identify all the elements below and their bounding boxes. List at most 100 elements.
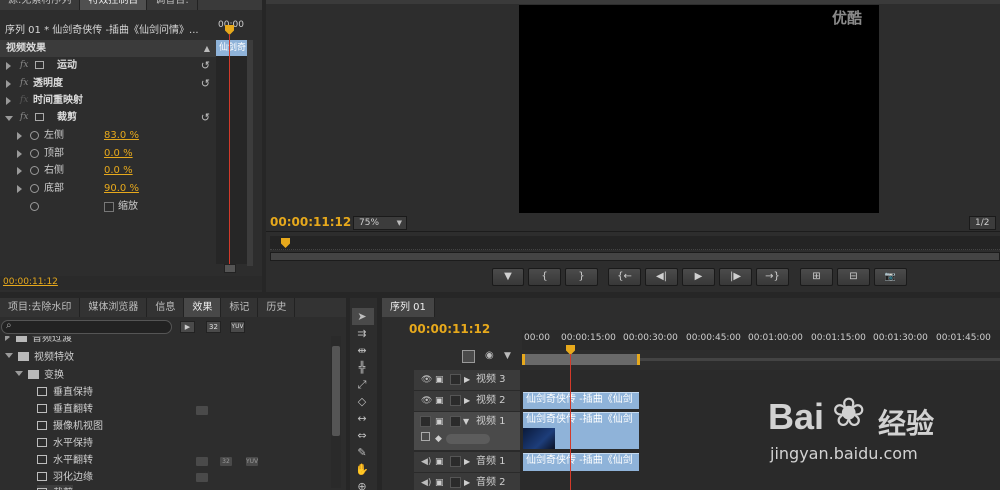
ec-scrollbar[interactable] [247,40,253,266]
add-marker-button[interactable]: ▼ [492,268,524,286]
stopwatch-icon[interactable] [30,131,39,140]
tree-folder-transform[interactable]: 变换 [15,367,64,384]
ec-mini-clip[interactable]: 仙剑奇 [216,40,247,56]
film-icon[interactable]: ▣ [435,391,444,411]
extract-button[interactable]: ⊟ [837,268,870,286]
collapse-track-icon[interactable]: ▼ [463,412,469,432]
effects-search-input[interactable]: ⌕ [1,320,172,334]
tab-markers[interactable]: 标记 [221,298,259,317]
program-timecode[interactable]: 00:00:11:12 [270,215,351,229]
pen-tool-icon[interactable]: ✎ [352,444,372,461]
tab-effects[interactable]: 效果 [184,298,222,317]
fx-icon[interactable]: fx [20,75,28,92]
crop-left-value[interactable]: 83.0 % [104,127,139,144]
snap-icon[interactable] [462,350,475,363]
expand-track-icon[interactable]: ▶ [464,473,470,490]
stopwatch-icon[interactable] [30,149,39,158]
tab-history[interactable]: 历史 [258,298,296,317]
expand-arrow-icon[interactable] [6,97,11,105]
reset-icon[interactable]: ↺ [201,109,210,126]
collapse-arrow-icon[interactable]: ▲ [204,40,210,57]
mark-out-button[interactable]: } [565,268,598,286]
tree-effect-vertical-hold[interactable]: 垂直保持 [37,384,93,401]
tab-media-browser[interactable]: 媒体浏览器 [80,298,148,317]
expand-arrow-icon[interactable] [17,185,22,193]
expand-arrow-icon[interactable] [17,132,22,140]
timeline-timecode[interactable]: 00:00:11:12 [409,322,490,336]
speaker-icon[interactable]: ◀) [421,473,431,490]
expand-arrow-icon[interactable] [6,80,11,88]
reset-icon[interactable]: ↺ [201,75,210,92]
eye-icon[interactable]: 👁 [421,370,432,390]
expand-track-icon[interactable]: ▶ [464,452,470,472]
expand-arrow-icon[interactable] [17,150,22,158]
crop-top-value[interactable]: 0.0 % [104,145,133,162]
expand-track-icon[interactable]: ▶ [464,391,470,411]
resolution-dropdown[interactable]: 1/2 [969,216,996,230]
collapse-arrow-icon[interactable] [5,116,13,121]
step-forward-button[interactable]: |▶ [719,268,752,286]
eye-icon[interactable]: 👁 [421,391,432,411]
tree-effect-horizontal-flip[interactable]: 水平翻转 [37,452,93,469]
slide-tool-icon[interactable]: ⇔ [352,427,372,444]
effects-scrollbar[interactable] [331,336,341,488]
tree-folder-audio-transitions[interactable]: 音频过渡 [5,336,72,347]
ripple-edit-tool-icon[interactable]: ⇹ [352,342,372,359]
lock-toggle[interactable] [450,456,461,467]
stopwatch-icon[interactable] [30,202,39,211]
reset-icon[interactable]: ↺ [201,57,210,74]
tree-effect-horizontal-hold[interactable]: 水平保持 [37,435,93,452]
stopwatch-icon[interactable] [30,184,39,193]
keyframe-icon[interactable]: ◆ [435,429,442,449]
lock-toggle[interactable] [450,374,461,385]
lock-toggle[interactable] [450,416,461,427]
crop-bottom-value[interactable]: 90.0 % [104,180,139,197]
speaker-icon[interactable]: ◀) [421,452,431,472]
film-icon[interactable]: ▣ [435,473,444,490]
set-marker-icon[interactable]: ◉ [485,350,494,361]
zoom-dropdown[interactable]: 75% ▼ [353,216,407,230]
track-select-tool-icon[interactable]: ⇉ [352,325,372,342]
lift-button[interactable]: ⊞ [800,268,833,286]
effect-time-remap[interactable]: fx 时间重映射 [0,92,216,109]
go-to-in-button[interactable]: {← [608,268,641,286]
display-style-icon[interactable] [421,432,430,441]
zoom-checkbox[interactable] [104,202,114,212]
tab-sequence-01[interactable]: 序列 01 [382,298,435,317]
hand-tool-icon[interactable]: ✋ [352,461,372,478]
tab-project[interactable]: 项目:去除水印 [0,298,81,317]
expand-arrow-icon[interactable] [17,167,22,175]
effect-crop[interactable]: fx 裁剪 ↺ [0,109,216,126]
tree-effect-feather-edges[interactable]: 羽化边缘 [37,469,93,486]
effect-opacity[interactable]: fx 透明度 ↺ [0,75,216,92]
tree-effect-camera-view[interactable]: 摄像机视图 [37,418,103,435]
rolling-edit-tool-icon[interactable]: ╬ [352,359,372,376]
lock-toggle[interactable] [450,477,461,488]
slip-tool-icon[interactable]: ↔ [352,410,372,427]
program-ruler[interactable] [270,236,1000,250]
marker-icon[interactable]: ▼ [504,351,511,361]
selection-tool-icon[interactable]: ➤ [352,308,372,325]
fx-icon[interactable]: fx [20,57,28,74]
clip-audio-1[interactable]: 仙剑奇侠传 -插曲《仙剑 [523,453,639,471]
export-frame-button[interactable]: 📷 [874,268,907,286]
tab-effect-controls[interactable]: 特效控制台 [80,0,148,10]
clip-video-2[interactable]: 仙剑奇侠传 -插曲《仙剑 [523,392,639,409]
effect-motion[interactable]: fx 运动 ↺ [0,57,216,74]
accelerated-effects-icon[interactable]: ▶ [180,321,195,333]
ec-zoom-handle[interactable] [224,264,236,273]
tree-effect-vertical-flip[interactable]: 垂直翻转 [37,401,93,418]
fx-icon[interactable]: fx [20,109,28,126]
tree-folder-video-effects[interactable]: 视频特效 [5,349,74,366]
expand-arrow-icon[interactable] [6,62,11,70]
go-to-out-button[interactable]: →} [756,268,789,286]
expand-track-icon[interactable]: ▶ [464,370,470,390]
32bit-filter-icon[interactable]: 32 [206,321,221,333]
play-button[interactable]: ▶ [682,268,715,286]
clip-video-1[interactable]: 仙剑奇侠传 -插曲《仙剑 [523,412,639,449]
tab-info[interactable]: 信息 [147,298,185,317]
program-zoom-scroll[interactable] [270,252,1000,261]
effects-scroll-thumb[interactable] [332,346,340,436]
zoom-tool-icon[interactable]: ⊕ [352,478,372,490]
tab-audio-mixer[interactable]: 调音台: [147,0,198,10]
